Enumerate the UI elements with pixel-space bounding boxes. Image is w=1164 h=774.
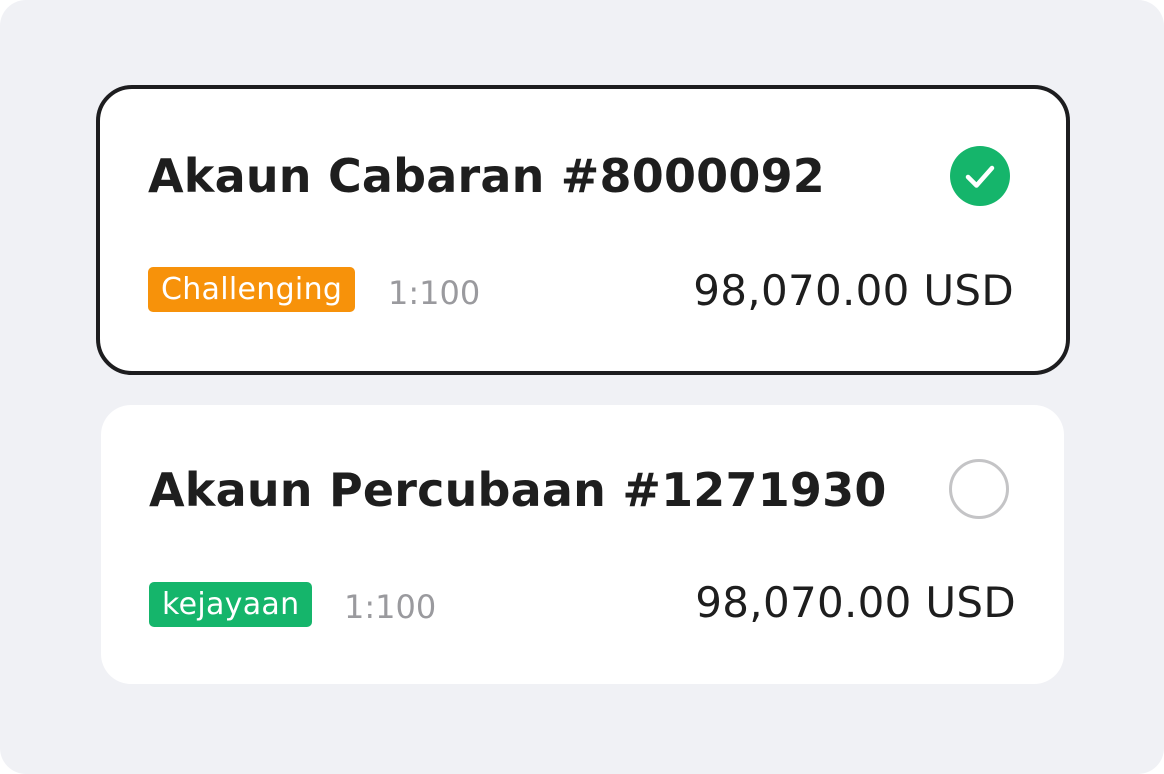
account-title: Akaun Percubaan #1271930 xyxy=(149,463,887,517)
account-balance: 98,070.00 USD xyxy=(695,578,1016,627)
check-circle-icon[interactable] xyxy=(950,146,1010,206)
account-card-challenge[interactable]: Akaun Cabaran #8000092 Challenging 1:100… xyxy=(96,85,1070,375)
account-type-badge: Challenging xyxy=(148,267,356,312)
leverage-label: 1:100 xyxy=(344,588,437,626)
account-selector-panel: Akaun Cabaran #8000092 Challenging 1:100… xyxy=(0,0,1164,774)
account-card-demo[interactable]: Akaun Percubaan #1271930 kejayaan 1:100 … xyxy=(101,405,1064,684)
leverage-label: 1:100 xyxy=(388,274,481,312)
account-title: Akaun Cabaran #8000092 xyxy=(148,149,825,203)
account-type-badge: kejayaan xyxy=(149,582,313,627)
checkmark-icon xyxy=(965,165,995,188)
account-balance: 98,070.00 USD xyxy=(693,266,1014,315)
radio-empty-icon[interactable] xyxy=(949,459,1009,519)
